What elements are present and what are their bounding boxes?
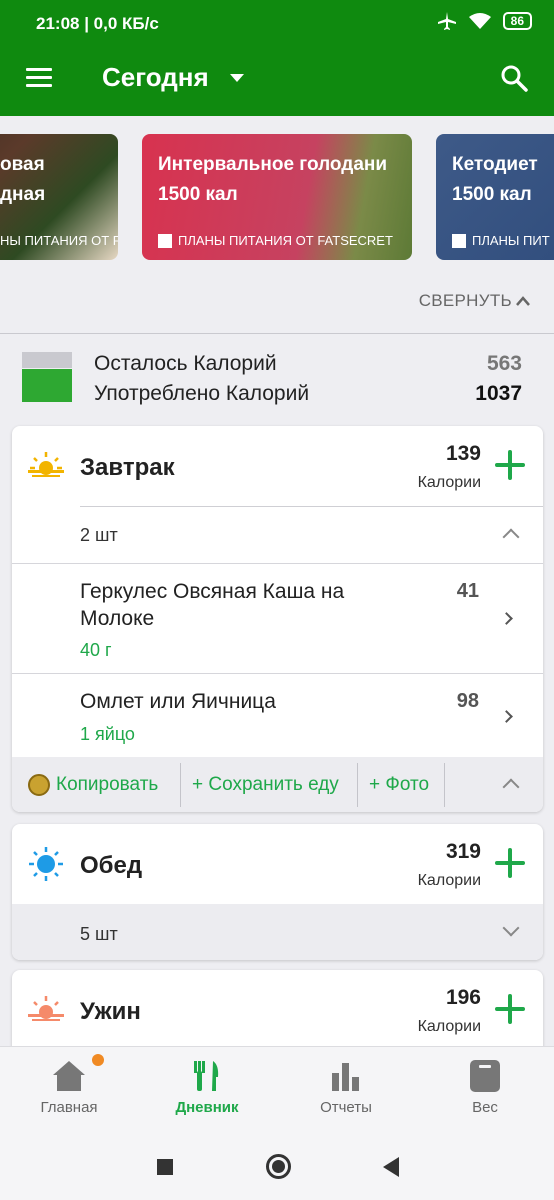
collapse-button[interactable]: СВЕРНУТЬ bbox=[419, 291, 530, 311]
battery-indicator: 86 bbox=[502, 12, 532, 30]
meal-actions-bar: Копировать + Сохранить еду + Фото bbox=[12, 757, 543, 812]
meal-calories: 196 bbox=[445, 986, 481, 1009]
home-icon bbox=[53, 1061, 85, 1091]
nav-home[interactable]: Главная bbox=[4, 1059, 134, 1116]
meal-card-breakfast: Завтрак 139 Калории 2 шт Геркулес Овсяна… bbox=[12, 426, 543, 812]
nav-diary[interactable]: Дневник bbox=[142, 1059, 272, 1116]
meal-calories: 139 bbox=[445, 442, 481, 465]
add-food-button[interactable] bbox=[495, 994, 525, 1024]
add-photo-button[interactable]: + Фото bbox=[369, 774, 429, 796]
meal-card-lunch: Обед 319 Калории 5 шт bbox=[12, 824, 543, 960]
item-count-row[interactable]: 2 шт bbox=[12, 507, 543, 563]
meal-plan-carousel[interactable]: оваядная НЫ ПИТАНИЯ ОТ FATSECRET Интерва… bbox=[0, 134, 554, 260]
scale-icon bbox=[470, 1060, 500, 1092]
food-item[interactable]: Геркулес Овсяная Каша на Молоке 40 г 41 bbox=[12, 563, 543, 673]
consumed-calories-label: Употреблено Калорий bbox=[94, 382, 310, 405]
meal-header[interactable]: Завтрак 139 Калории bbox=[12, 426, 543, 506]
chevron-up-icon[interactable] bbox=[502, 778, 520, 796]
app-bar: Сегодня bbox=[0, 38, 554, 116]
sunset-icon bbox=[28, 996, 64, 1021]
wifi-icon bbox=[468, 13, 491, 29]
item-count: 2 шт bbox=[80, 525, 118, 545]
meal-header[interactable]: Ужин 196 Калории bbox=[12, 970, 543, 1050]
nav-reports[interactable]: Отчеты bbox=[281, 1059, 411, 1116]
calorie-grid-icon bbox=[22, 352, 72, 402]
meal-name: Обед bbox=[80, 852, 143, 879]
consumed-calories-value: 1037 bbox=[475, 382, 522, 405]
add-food-button[interactable] bbox=[495, 848, 525, 878]
food-quantity: 1 яйцо bbox=[80, 724, 135, 744]
meal-calories-label: Калории bbox=[417, 1018, 481, 1035]
bar-chart-icon bbox=[332, 1063, 359, 1091]
chevron-right-icon bbox=[500, 612, 513, 625]
chevron-down-icon[interactable] bbox=[230, 74, 244, 82]
status-bar: 21:08 | 0,0 КБ/с 86 bbox=[0, 0, 554, 38]
status-icons: 86 bbox=[437, 12, 532, 30]
item-count: 5 шт bbox=[80, 924, 118, 944]
divider bbox=[357, 763, 358, 807]
bottom-navigation: Главная Дневник Отчеты Вес bbox=[0, 1046, 554, 1134]
search-icon[interactable] bbox=[500, 64, 528, 92]
divider bbox=[180, 763, 181, 807]
sunrise-icon bbox=[28, 452, 64, 477]
chevron-up-icon bbox=[516, 296, 530, 306]
item-count-row[interactable]: 5 шт bbox=[12, 904, 543, 960]
meal-header[interactable]: Обед 319 Калории bbox=[12, 824, 543, 904]
page-title[interactable]: Сегодня bbox=[102, 62, 209, 93]
coin-icon bbox=[28, 774, 50, 796]
food-quantity: 40 г bbox=[80, 640, 112, 660]
map-icon bbox=[158, 233, 172, 248]
food-calories: 41 bbox=[456, 580, 479, 602]
chevron-right-icon bbox=[500, 710, 513, 723]
save-meal-button[interactable]: + Сохранить еду bbox=[192, 774, 339, 796]
meal-name: Завтрак bbox=[80, 454, 175, 481]
meal-calories: 319 bbox=[445, 840, 481, 863]
meal-plan-card[interactable]: Интервальное голодани 1500 кал ПЛАНЫ ПИТА… bbox=[142, 134, 412, 260]
meal-calories-label: Калории bbox=[417, 872, 481, 889]
meal-plan-subtitle: ПЛАНЫ ПИТ bbox=[452, 233, 550, 248]
meal-calories-label: Калории bbox=[417, 474, 481, 491]
remaining-calories-label: Осталось Калорий bbox=[94, 352, 277, 375]
divider bbox=[444, 763, 445, 807]
food-name: Омлет или Яичница bbox=[80, 690, 276, 713]
meal-plan-title: овая дная bbox=[0, 154, 46, 205]
food-name: Геркулес Овсяная Каша на Молоке bbox=[80, 580, 345, 630]
airplane-icon bbox=[437, 12, 456, 30]
system-navigation-bar bbox=[0, 1134, 554, 1200]
chevron-up-icon[interactable] bbox=[502, 528, 520, 546]
notification-badge bbox=[92, 1054, 104, 1066]
meal-plan-subtitle: НЫ ПИТАНИЯ ОТ FATSECRET bbox=[0, 233, 118, 248]
nav-weight[interactable]: Вес bbox=[420, 1059, 550, 1116]
fork-knife-icon bbox=[194, 1061, 219, 1091]
food-item[interactable]: Омлет или Яичница 1 яйцо 98 bbox=[12, 673, 543, 757]
divider bbox=[0, 333, 554, 334]
sun-icon bbox=[29, 847, 63, 881]
food-calories: 98 bbox=[456, 690, 479, 712]
meal-plan-title: Интервальное голодани 1500 кал bbox=[158, 154, 388, 205]
chevron-down-icon[interactable] bbox=[502, 919, 520, 937]
copy-button[interactable]: Копировать bbox=[28, 774, 158, 796]
menu-icon[interactable] bbox=[26, 68, 52, 87]
meal-plan-subtitle: ПЛАНЫ ПИТАНИЯ ОТ FATSECRET bbox=[158, 233, 393, 248]
home-button[interactable] bbox=[266, 1154, 291, 1179]
meal-plan-card[interactable]: оваядная НЫ ПИТАНИЯ ОТ FATSECRET bbox=[0, 134, 118, 260]
status-time: 21:08 | 0,0 КБ/с bbox=[36, 14, 159, 33]
map-icon bbox=[452, 233, 466, 248]
meal-plan-title: Кетодиет 1500 кал bbox=[452, 154, 538, 205]
add-food-button[interactable] bbox=[495, 450, 525, 480]
meal-name: Ужин bbox=[80, 998, 141, 1025]
remaining-calories-value: 563 bbox=[486, 352, 522, 375]
back-button[interactable] bbox=[383, 1157, 399, 1177]
meal-plan-card[interactable]: Кетодиет 1500 кал ПЛАНЫ ПИТ bbox=[436, 134, 554, 260]
recents-button[interactable] bbox=[157, 1159, 173, 1175]
